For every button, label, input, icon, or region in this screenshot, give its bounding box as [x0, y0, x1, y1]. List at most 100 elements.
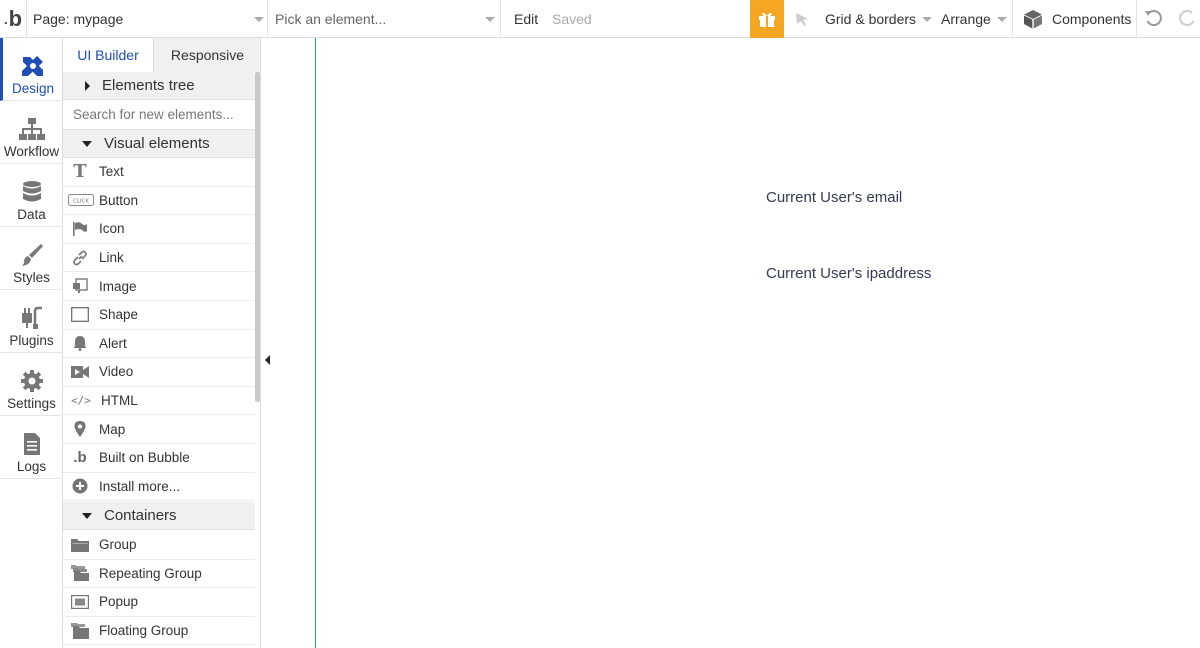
select-mode-button[interactable]	[794, 0, 810, 38]
nav-styles-label: Styles	[13, 270, 50, 285]
chevron-down-icon	[485, 17, 495, 22]
element-floating-group[interactable]: Floating Group	[63, 617, 255, 646]
link-icon	[71, 250, 89, 266]
containers-label: Containers	[104, 507, 177, 524]
page-selector-label: Page: mypage	[33, 11, 124, 27]
arrange-menu[interactable]: Arrange	[941, 0, 1007, 38]
database-icon	[22, 181, 41, 202]
divider	[267, 0, 268, 38]
panel-tabs: UI Builder Responsive	[63, 38, 260, 72]
elements-tree-header[interactable]: Elements tree	[63, 72, 255, 100]
element-icon-label: Icon	[99, 221, 125, 237]
element-icon[interactable]: Icon	[63, 215, 255, 244]
element-popup[interactable]: Popup	[63, 588, 255, 617]
nav-plugins[interactable]: Plugins	[0, 290, 63, 353]
divider	[500, 0, 501, 38]
nav-workflow-label: Workflow	[3, 144, 60, 159]
nav-plugins-label: Plugins	[9, 333, 54, 348]
canvas-text-email[interactable]: Current User's email	[766, 189, 902, 206]
element-built-on-bubble-label: Built on Bubble	[99, 450, 190, 466]
element-link[interactable]: Link	[63, 244, 255, 273]
element-text-label: Text	[99, 164, 124, 180]
edit-label: Edit	[514, 11, 539, 27]
install-more[interactable]: Install more...	[63, 473, 255, 502]
elements-tree-label: Elements tree	[102, 77, 195, 94]
svg-text:CLICK: CLICK	[73, 199, 89, 205]
nav-workflow[interactable]: Workflow	[0, 101, 63, 164]
cube-icon	[1024, 10, 1042, 29]
chevron-down-icon	[996, 16, 1007, 22]
element-built-on-bubble[interactable]: .b Built on Bubble	[63, 444, 255, 473]
components-button[interactable]: Components	[1022, 0, 1131, 38]
element-shape[interactable]: Shape	[63, 301, 255, 330]
code-icon: </>	[71, 394, 91, 408]
square-icon	[71, 307, 89, 323]
nav-data[interactable]: Data	[0, 164, 63, 227]
element-picker[interactable]: Pick an element...	[275, 0, 495, 38]
plug-icon	[21, 306, 42, 329]
save-status: Saved	[552, 0, 592, 38]
element-image[interactable]: Image	[63, 272, 255, 301]
cursor-icon	[796, 13, 808, 26]
undo-button[interactable]	[1143, 0, 1165, 38]
nav-logs-label: Logs	[16, 459, 47, 474]
top-toolbar: .b Page: mypage Pick an element... Edit …	[0, 0, 1200, 38]
element-search-input[interactable]	[63, 100, 255, 130]
element-video[interactable]: Video	[63, 358, 255, 387]
divider	[1012, 0, 1013, 38]
left-navigation: Design Workflow Data Styles Plugins Sett…	[0, 38, 63, 648]
element-map[interactable]: Map	[63, 415, 255, 444]
floating-folder-icon	[71, 622, 89, 639]
stacked-folder-icon	[71, 565, 89, 582]
element-group-label: Group	[99, 537, 137, 553]
nav-design[interactable]: Design	[0, 38, 63, 101]
flag-icon	[71, 221, 89, 237]
map-pin-icon	[71, 421, 89, 438]
element-button[interactable]: CLICK Button	[63, 187, 255, 216]
bell-icon	[71, 335, 89, 352]
tab-ui-builder[interactable]: UI Builder	[63, 38, 153, 72]
element-group[interactable]: Group	[63, 531, 255, 560]
chevron-down-icon	[922, 16, 933, 22]
caret-down-icon	[82, 512, 92, 519]
containers-header[interactable]: Containers	[63, 502, 255, 530]
collapse-panel-icon[interactable]	[265, 355, 270, 365]
nav-styles[interactable]: Styles	[0, 227, 63, 290]
nav-design-label: Design	[11, 81, 55, 96]
element-repeating-group[interactable]: Repeating Group	[63, 560, 255, 589]
grid-borders-label: Grid & borders	[825, 11, 917, 27]
plus-circle-icon	[71, 478, 89, 494]
visual-elements-header[interactable]: Visual elements	[63, 130, 255, 158]
edit-button[interactable]: Edit	[514, 0, 538, 38]
element-panel: UI Builder Responsive Elements tree Visu…	[63, 38, 261, 648]
element-repeating-group-label: Repeating Group	[99, 565, 202, 581]
element-link-label: Link	[99, 250, 124, 266]
element-alert[interactable]: Alert	[63, 330, 255, 359]
install-more-label: Install more...	[99, 478, 181, 494]
grid-borders-menu[interactable]: Grid & borders	[825, 0, 933, 38]
text-icon: T	[73, 161, 87, 183]
brush-icon	[21, 244, 43, 266]
gift-button[interactable]	[750, 0, 784, 38]
element-floating-group-label: Floating Group	[99, 623, 189, 639]
button-icon: CLICK	[68, 192, 94, 208]
tab-responsive[interactable]: Responsive	[153, 38, 260, 72]
canvas-text-ipaddress[interactable]: Current User's ipaddress	[766, 265, 931, 282]
redo-icon	[1179, 10, 1195, 27]
element-video-label: Video	[99, 364, 134, 380]
nav-settings[interactable]: Settings	[0, 353, 63, 416]
folder-icon	[71, 537, 89, 553]
nav-logs[interactable]: Logs	[0, 416, 63, 479]
element-picker-placeholder: Pick an element...	[275, 11, 387, 27]
panel-scrollbar[interactable]	[255, 72, 260, 402]
bubble-logo[interactable]: .b	[0, 0, 26, 38]
element-html[interactable]: </> HTML	[63, 387, 255, 416]
element-html-label: HTML	[101, 393, 138, 409]
design-icon	[22, 56, 43, 76]
element-text[interactable]: T Text	[63, 158, 255, 187]
gift-icon	[759, 12, 775, 27]
element-button-label: Button	[99, 192, 139, 208]
page-selector[interactable]: Page: mypage	[33, 0, 264, 38]
redo-button[interactable]	[1176, 0, 1198, 38]
saved-label: Saved	[552, 11, 592, 27]
